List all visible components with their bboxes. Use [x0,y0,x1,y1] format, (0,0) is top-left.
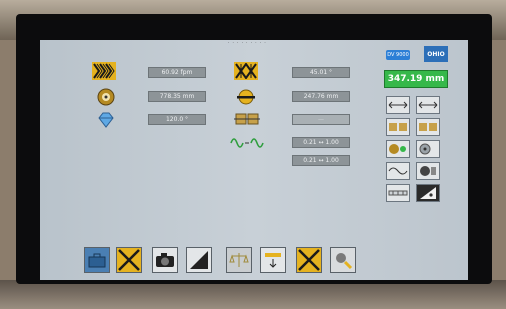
range2-field[interactable]: 0.21 ↔ 1.00 [292,155,350,166]
camera-icon[interactable] [152,247,178,273]
arrow-left-right-icon[interactable] [416,96,440,114]
range1-field[interactable]: 0.21 ↔ 1.00 [292,137,350,148]
rollers-icon[interactable] [416,118,440,136]
zigzag-pattern-icon[interactable] [116,247,142,273]
rollers-icon[interactable] [386,118,410,136]
dial-icon[interactable] [416,140,440,158]
horizontal-cutter-icon[interactable] [236,87,256,107]
length-field[interactable]: 778.35 mm [148,91,206,102]
toolbox-icon[interactable] [84,247,110,273]
roller-icon[interactable] [416,162,440,180]
width-field[interactable]: 247.76 mm [292,91,350,102]
dial-green-icon[interactable] [386,140,410,158]
settings-icon[interactable] [330,247,356,273]
wave-icon[interactable] [386,162,410,180]
measurement-display: 347.19 mm [384,70,448,88]
hmi-screen: · · · · · · · · · 60.92 fpm 778.35 mm 12… [40,40,468,280]
half-triangle-icon[interactable] [186,247,212,273]
dial-icon[interactable] [96,87,116,107]
zigzag-pattern-icon[interactable] [296,247,322,273]
device-badge: DV 9000 [386,50,410,60]
wave-signal-icon[interactable] [230,134,264,152]
half-triangle-icon[interactable] [416,184,440,202]
zigzag-pattern-icon[interactable] [92,62,116,80]
background-bottom [0,280,506,309]
angle-field[interactable]: 120.0 ° [148,114,206,125]
arrow-left-right-icon[interactable] [386,96,410,114]
rollers-icon[interactable] [234,108,260,130]
brand-logo: OHIO [424,46,448,62]
measure-icon[interactable] [386,184,410,202]
balance-icon[interactable] [226,247,252,273]
angle2-field[interactable]: 45.01 ° [292,67,350,78]
top-marker: · · · · · · · · · [228,40,267,45]
sizing-icon[interactable] [260,247,286,273]
zigzag-pattern-icon[interactable] [234,62,258,80]
speed-field[interactable]: 60.92 fpm [148,67,206,78]
diamond-icon[interactable] [96,110,116,130]
dimmed-field: — [292,114,350,125]
